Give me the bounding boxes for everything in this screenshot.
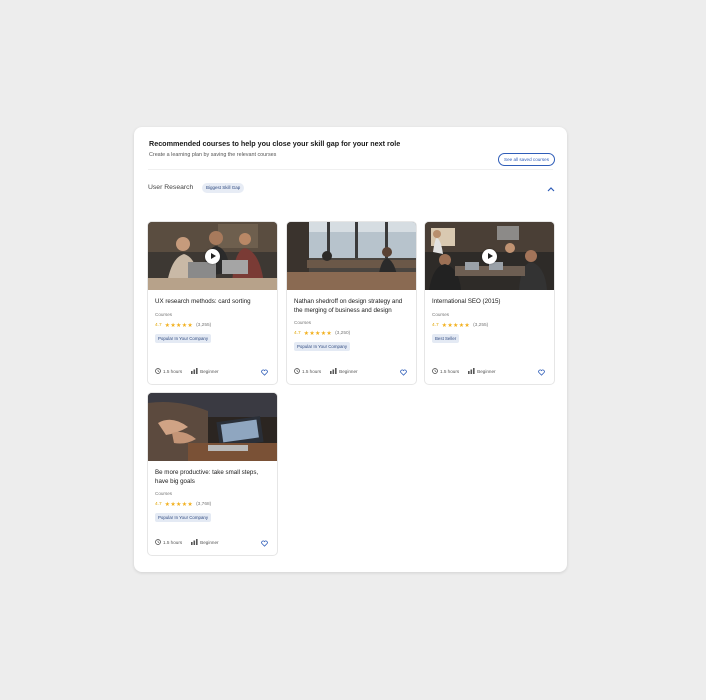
course-rating: 4.7 ★★★★★ (3,768) <box>155 501 211 508</box>
star-rating-icon: ★★★★★ <box>164 323 194 329</box>
rating-value: 4.7 <box>432 323 439 328</box>
heart-icon[interactable] <box>261 369 268 376</box>
clock-icon <box>155 368 161 374</box>
rating-value: 4.7 <box>155 502 162 507</box>
level-bars-icon <box>191 539 198 545</box>
level-bars-icon <box>468 368 475 374</box>
course-level: Beginner <box>200 539 219 545</box>
course-card[interactable]: International SEO (2015) Courses 4.7 ★★★… <box>424 221 555 385</box>
course-thumbnail[interactable] <box>425 222 554 290</box>
course-title[interactable]: Nathan shedroff on design strategy and t… <box>294 298 410 315</box>
level-bars-icon <box>330 368 337 374</box>
play-icon[interactable] <box>482 249 497 264</box>
course-rating: 4.7 ★★★★★ (3,250) <box>294 330 350 337</box>
heart-icon[interactable] <box>538 369 545 376</box>
panel-subtitle: Create a learning plan by saving the rel… <box>149 152 277 158</box>
course-tag: Popular In Your Company <box>155 513 212 522</box>
section-label: User Research <box>148 184 194 191</box>
course-card[interactable]: UX research methods: card sorting Course… <box>147 221 278 385</box>
recommended-courses-panel: Recommended courses to help you close yo… <box>134 127 567 572</box>
heart-icon[interactable] <box>400 369 407 376</box>
course-tag: Popular In Your Company <box>294 342 351 351</box>
header-divider <box>148 169 553 170</box>
course-tag: Best Seller <box>432 334 460 343</box>
course-thumbnail[interactable] <box>287 222 416 290</box>
clock-icon <box>155 539 161 545</box>
course-rating: 4.7 ★★★★★ (3,255) <box>155 322 211 329</box>
panel-title: Recommended courses to help you close yo… <box>149 139 401 148</box>
course-meta: 1.5 hours Beginner <box>432 368 496 374</box>
course-level: Beginner <box>339 368 358 374</box>
clock-icon <box>432 368 438 374</box>
course-card[interactable]: Be more productive: take small steps, ha… <box>147 392 278 556</box>
course-level: Beginner <box>200 368 219 374</box>
review-count: (3,255) <box>473 323 489 328</box>
see-all-saved-courses-button[interactable]: See all saved courses <box>498 153 555 166</box>
rating-value: 4.7 <box>155 323 162 328</box>
course-duration: 1.5 hours <box>440 368 460 374</box>
course-duration: 1.5 hours <box>302 368 322 374</box>
star-rating-icon: ★★★★★ <box>164 502 194 508</box>
clock-icon <box>294 368 300 374</box>
course-title[interactable]: UX research methods: card sorting <box>155 298 271 307</box>
course-tag: Popular In Your Company <box>155 334 212 343</box>
heart-icon[interactable] <box>261 540 268 547</box>
course-meta: 1.5 hours Beginner <box>294 368 358 374</box>
course-thumbnail[interactable] <box>148 222 277 290</box>
course-meta: 1.5 hours Beginner <box>155 539 219 545</box>
course-card[interactable]: Nathan shedroff on design strategy and t… <box>286 221 417 385</box>
course-thumbnail[interactable] <box>148 393 277 461</box>
review-count: (3,250) <box>335 331 351 336</box>
chevron-up-icon[interactable] <box>547 186 555 192</box>
course-meta: 1.5 hours Beginner <box>155 368 219 374</box>
course-rating: 4.7 ★★★★★ (3,255) <box>432 322 488 329</box>
course-type: Courses <box>155 312 173 317</box>
level-bars-icon <box>191 368 198 374</box>
star-rating-icon: ★★★★★ <box>303 331 333 337</box>
course-title[interactable]: International SEO (2015) <box>432 298 548 307</box>
course-type: Courses <box>294 320 312 325</box>
rating-value: 4.7 <box>294 331 301 336</box>
panel-header: Recommended courses to help you close yo… <box>149 139 557 159</box>
skill-gap-badge: Biggest Skill Gap <box>202 183 245 193</box>
review-count: (3,255) <box>196 323 212 328</box>
course-duration: 1.5 hours <box>163 368 183 374</box>
course-type: Courses <box>432 312 450 317</box>
play-icon[interactable] <box>205 249 220 264</box>
course-level: Beginner <box>477 368 496 374</box>
course-title[interactable]: Be more productive: take small steps, ha… <box>155 469 271 486</box>
course-type: Courses <box>155 491 173 496</box>
course-duration: 1.5 hours <box>163 539 183 545</box>
review-count: (3,768) <box>196 502 212 507</box>
star-rating-icon: ★★★★★ <box>441 323 471 329</box>
